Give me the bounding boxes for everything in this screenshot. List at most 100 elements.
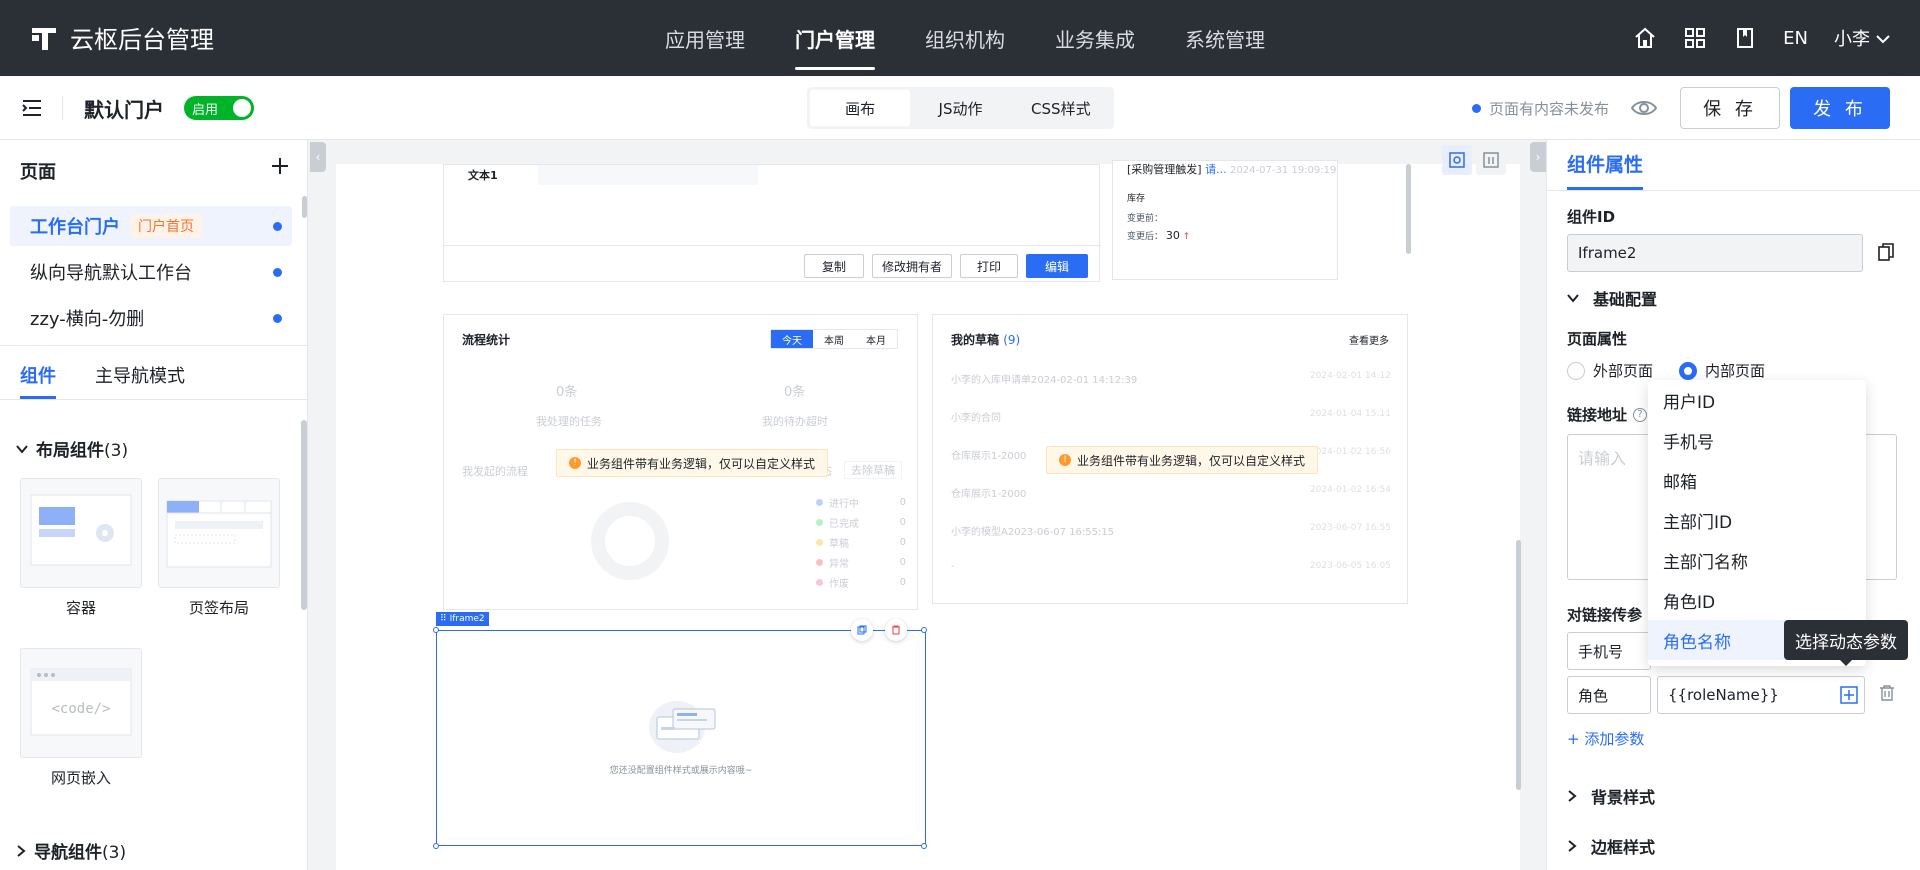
page-item-zzy[interactable]: zzy-横向-勿删: [10, 298, 292, 338]
collapse-left-chevron-icon[interactable]: ‹: [310, 142, 326, 172]
iframe-selection-tag[interactable]: ⠿ Iframe2: [436, 612, 489, 626]
resize-handle[interactable]: [921, 627, 927, 633]
tab-css-styles[interactable]: CSS样式: [1011, 90, 1111, 126]
iframe-component[interactable]: 您还没配置组件样式或展示内容哦~: [436, 630, 926, 846]
nav-item-portal[interactable]: 门户管理: [770, 0, 900, 76]
drafts-more-link[interactable]: 查看更多: [1349, 332, 1389, 347]
flow-title: 流程统计: [462, 333, 511, 347]
component-properties-tab[interactable]: 组件属性: [1567, 140, 1644, 190]
dropdown-item-user-id[interactable]: 用户ID: [1648, 380, 1866, 420]
tab-js-actions[interactable]: JS动作: [910, 90, 1010, 126]
pages-scrollbar[interactable]: [302, 196, 307, 218]
param-key-phone[interactable]: 手机号: [1567, 632, 1651, 670]
link-address-label: 链接地址?: [1567, 404, 1648, 425]
edit-button[interactable]: 编辑: [1026, 254, 1088, 278]
drag-handle-icon[interactable]: ⠿: [440, 614, 447, 624]
switch-label: 启用: [192, 102, 219, 118]
period-week[interactable]: 本周: [813, 330, 855, 348]
iframe-copy-icon[interactable]: [851, 619, 873, 641]
dropdown-item-phone[interactable]: 手机号: [1648, 420, 1866, 460]
component-container[interactable]: [20, 478, 142, 588]
book-icon[interactable]: [1733, 26, 1757, 50]
nav-item-system[interactable]: 系统管理: [1160, 0, 1290, 76]
draft-row[interactable]: 小李的入库申请单2024-02-01 14:12:39 2024-02-01 14…: [951, 371, 1391, 387]
resize-handle[interactable]: [433, 627, 439, 633]
radio-external-page[interactable]: 外部页面: [1567, 360, 1653, 381]
nav-group-header[interactable]: 导航组件(3): [16, 838, 126, 863]
nav-item-org[interactable]: 组织机构: [900, 0, 1030, 76]
border-style-section[interactable]: 边框样式: [1567, 834, 1655, 858]
legend-label: 草稿: [829, 538, 849, 550]
legend-item: 异常 0: [816, 555, 906, 570]
main-nav: 应用管理 门户管理 组织机构 业务集成 系统管理: [640, 0, 1290, 76]
fit-screen-icon[interactable]: [1442, 145, 1472, 175]
tab-components[interactable]: 组件: [20, 362, 56, 399]
component-web-embed[interactable]: <code/>: [20, 648, 142, 758]
legend-label: 进行中: [829, 498, 859, 510]
enable-switch[interactable]: 启用: [184, 96, 254, 120]
component-tab-layout[interactable]: [158, 478, 280, 588]
language-switch[interactable]: EN: [1783, 28, 1808, 49]
column-view-icon[interactable]: [1476, 145, 1506, 175]
save-button[interactable]: 保 存: [1680, 87, 1780, 129]
legend-swatch: [816, 538, 823, 546]
resize-handle[interactable]: [433, 843, 439, 849]
dynamic-param-plus-icon[interactable]: [1833, 678, 1865, 712]
print-button[interactable]: 打印: [960, 254, 1018, 278]
home-icon[interactable]: [1633, 26, 1657, 50]
copy-button[interactable]: 复制: [804, 254, 864, 278]
basic-config-section[interactable]: 基础配置: [1567, 286, 1657, 310]
toolbar-divider: [62, 96, 63, 120]
apps-grid-icon[interactable]: [1683, 26, 1707, 50]
nav-item-apps[interactable]: 应用管理: [640, 0, 770, 76]
text-component-label: 文本1: [468, 169, 498, 182]
copy-icon[interactable]: [1877, 242, 1897, 264]
draft-row[interactable]: - 2023-06-05 16:05: [951, 561, 1391, 577]
dropdown-item-role-id[interactable]: 角色ID: [1648, 580, 1866, 620]
background-style-section[interactable]: 背景样式: [1567, 784, 1655, 808]
draft-row[interactable]: 小李的模型A2023-06-07 16:55:15 2023-06-07 16:5…: [951, 523, 1391, 539]
add-page-plus-icon[interactable]: [268, 154, 292, 178]
radio-internal-page[interactable]: 内部页面: [1679, 360, 1765, 381]
legend-swatch: [816, 518, 823, 526]
param-key-role[interactable]: 角色: [1567, 676, 1651, 714]
period-month[interactable]: 本月: [855, 330, 897, 348]
container-preview-icon: [30, 494, 132, 566]
card-scrollbar[interactable]: [1406, 164, 1411, 254]
app-logo[interactable]: 云枢后台管理: [28, 20, 214, 55]
canvas-scrollbar[interactable]: [1516, 540, 1521, 790]
layout-group-title: 布局组件: [36, 441, 104, 461]
started-flow-label: 我发起的流程: [462, 465, 528, 478]
preview-eye-icon[interactable]: [1630, 94, 1658, 122]
component-id-field[interactable]: Iframe2: [1567, 234, 1863, 272]
dropdown-item-email[interactable]: 邮箱: [1648, 460, 1866, 500]
tab-main-nav-mode[interactable]: 主导航模式: [95, 362, 185, 388]
delete-param-trash-icon[interactable]: [1879, 684, 1899, 706]
draft-name: 小李的入库申请单2024-02-01 14:12:39: [951, 375, 1138, 386]
layout-group-header[interactable]: 布局组件(3): [16, 436, 128, 461]
dropdown-item-dept-id[interactable]: 主部门ID: [1648, 500, 1866, 540]
draft-row[interactable]: 小李的合同 2024-01-04 15:11: [951, 409, 1391, 425]
period-today[interactable]: 今天: [771, 330, 813, 348]
draft-name: 仓库展示1-2000: [951, 451, 1027, 462]
iframe-delete-icon[interactable]: [885, 619, 907, 641]
help-icon[interactable]: ?: [1633, 407, 1648, 422]
dropdown-item-dept-name[interactable]: 主部门名称: [1648, 540, 1866, 580]
publish-button[interactable]: 发 布: [1790, 87, 1890, 129]
legend-value: 0: [899, 576, 906, 588]
legend-value: 0: [899, 496, 906, 508]
draft-row[interactable]: 仓库展示1-2000 2024-01-02 16:54: [951, 485, 1391, 501]
collapse-right-chevron-icon[interactable]: ›: [1530, 142, 1546, 172]
change-owner-button[interactable]: 修改拥有者: [872, 254, 952, 278]
resize-handle[interactable]: [921, 843, 927, 849]
page-item-workbench[interactable]: 工作台门户 门户首页: [10, 206, 292, 246]
user-menu[interactable]: 小李: [1834, 25, 1890, 51]
tab-canvas[interactable]: 画布: [810, 90, 911, 126]
add-param-link[interactable]: + 添加参数: [1567, 728, 1644, 749]
nav-item-integration[interactable]: 业务集成: [1030, 0, 1160, 76]
text-placeholder: [538, 165, 758, 185]
components-scrollbar[interactable]: [301, 420, 307, 610]
page-item-vertical-nav[interactable]: 纵向导航默认工作台: [10, 252, 292, 292]
menu-fold-icon[interactable]: [20, 96, 44, 120]
state-select[interactable]: 去除草稿: [844, 461, 902, 479]
